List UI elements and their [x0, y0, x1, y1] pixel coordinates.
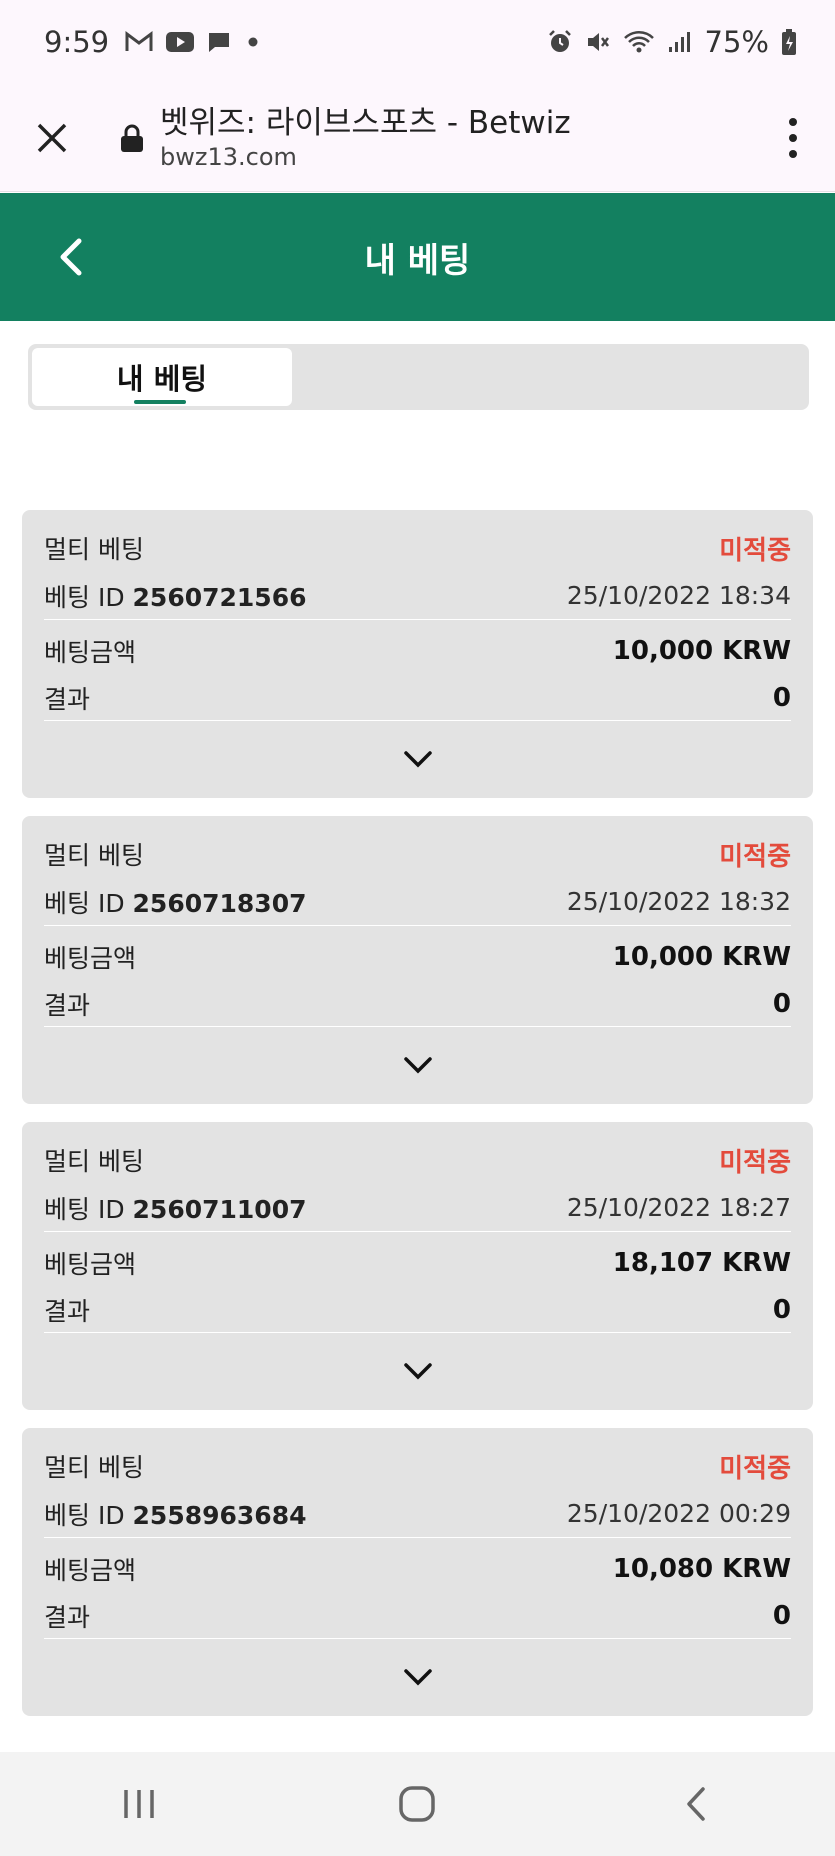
signal-icon: [667, 30, 693, 54]
status-badge: 미적중: [719, 1453, 791, 1484]
close-icon: [37, 123, 67, 152]
bet-id: 2558963684: [132, 1500, 307, 1530]
notification-dot-icon: [243, 32, 263, 52]
battery-percent: 75%: [704, 25, 769, 59]
app-header: 내 베팅: [0, 193, 835, 321]
chevron-left-icon: [60, 238, 82, 276]
bet-amount: 10,080 KRW: [612, 1553, 791, 1584]
bet-id-label: 베팅 ID: [44, 888, 125, 918]
page-domain: bwz13.com: [160, 142, 297, 171]
status-badge: 미적중: [719, 841, 791, 872]
bet-id-label: 베팅 ID: [44, 1194, 125, 1224]
tab-bar: 내 베팅: [28, 344, 809, 410]
back-button[interactable]: [40, 227, 100, 287]
chevron-down-icon: [403, 751, 432, 768]
bet-type: 멀티 베팅: [44, 841, 144, 870]
bet-id: 2560721566: [132, 582, 307, 612]
more-options-button[interactable]: [777, 111, 809, 165]
chevron-down-icon: [403, 1363, 432, 1380]
status-bar: 9:59 75%: [0, 0, 835, 84]
kebab-dot-icon: [789, 134, 797, 142]
bet-amount: 10,000 KRW: [612, 941, 791, 972]
bet-type: 멀티 베팅: [44, 1147, 144, 1176]
battery-charging-icon: [781, 28, 797, 56]
result-label: 결과: [44, 684, 91, 714]
browser-toolbar: 벳위즈: 라이브스포츠 - Betwiz bwz13.com: [0, 84, 835, 192]
expand-button[interactable]: [44, 1639, 791, 1715]
system-back-button[interactable]: [626, 1764, 766, 1844]
tab-my-bets[interactable]: 내 베팅: [32, 348, 292, 406]
status-time: 9:59: [44, 25, 110, 59]
bet-result: 0: [772, 1600, 791, 1631]
mute-icon: [585, 29, 611, 55]
bet-amount: 10,000 KRW: [612, 635, 791, 666]
chevron-left-icon: [687, 1787, 705, 1821]
bet-type: 멀티 베팅: [44, 535, 144, 564]
result-label: 결과: [44, 1296, 91, 1326]
bet-id-label: 베팅 ID: [44, 1500, 125, 1530]
bet-result: 0: [772, 682, 791, 713]
expand-button[interactable]: [44, 1027, 791, 1103]
page-title: 벳위즈: 라이브스포츠 - Betwiz: [160, 104, 571, 141]
chevron-down-icon: [403, 1057, 432, 1074]
tab-label: 내 베팅: [116, 362, 208, 396]
result-label: 결과: [44, 1602, 91, 1632]
status-badge: 미적중: [719, 1147, 791, 1178]
bet-card: 멀티 베팅 미적중 베팅 ID 2560721566 25/10/2022 18…: [22, 510, 813, 798]
header-title: 내 베팅: [364, 240, 471, 281]
amount-label: 베팅금액: [44, 943, 137, 973]
bet-card: 멀티 베팅 미적중 베팅 ID 2560711007 25/10/2022 18…: [22, 1122, 813, 1410]
expand-button[interactable]: [44, 721, 791, 797]
bet-id: 2560718307: [132, 888, 307, 918]
chevron-down-icon: [403, 1669, 432, 1686]
recent-apps-button[interactable]: [69, 1764, 209, 1844]
bet-type: 멀티 베팅: [44, 1453, 144, 1482]
system-nav-bar: [0, 1752, 835, 1856]
amount-label: 베팅금액: [44, 1249, 137, 1279]
tab-active-indicator: [134, 400, 186, 404]
bet-datetime: 25/10/2022 00:29: [566, 1499, 791, 1528]
amount-label: 베팅금액: [44, 637, 137, 667]
status-badge: 미적중: [719, 535, 791, 566]
kebab-dot-icon: [789, 150, 797, 158]
lock-icon: [120, 123, 144, 153]
url-block[interactable]: 벳위즈: 라이브스포츠 - Betwiz bwz13.com: [160, 104, 571, 172]
wifi-icon: [623, 29, 655, 55]
bet-datetime: 25/10/2022 18:34: [566, 581, 791, 610]
gmail-icon: [125, 31, 153, 53]
bet-card: 멀티 베팅 미적중 베팅 ID 2560718307 25/10/2022 18…: [22, 816, 813, 1104]
bet-result: 0: [772, 988, 791, 1019]
bet-id: 2560711007: [132, 1194, 307, 1224]
recent-apps-icon: [124, 1790, 154, 1818]
youtube-icon: [165, 31, 195, 53]
home-icon: [399, 1786, 436, 1822]
close-tab-button[interactable]: [0, 84, 104, 192]
bet-id-label: 베팅 ID: [44, 582, 125, 612]
chat-icon: [207, 30, 231, 54]
amount-label: 베팅금액: [44, 1555, 137, 1585]
bet-result: 0: [772, 1294, 791, 1325]
bet-card: 멀티 베팅 미적중 베팅 ID 2558963684 25/10/2022 00…: [22, 1428, 813, 1716]
home-button[interactable]: [347, 1764, 487, 1844]
bet-amount: 18,107 KRW: [612, 1247, 791, 1278]
bet-list: 멀티 베팅 미적중 베팅 ID 2560721566 25/10/2022 18…: [22, 510, 813, 1734]
bet-datetime: 25/10/2022 18:32: [566, 887, 791, 916]
alarm-icon: [547, 29, 573, 55]
bet-datetime: 25/10/2022 18:27: [566, 1193, 791, 1222]
expand-button[interactable]: [44, 1333, 791, 1409]
kebab-dot-icon: [789, 118, 797, 126]
result-label: 결과: [44, 990, 91, 1020]
